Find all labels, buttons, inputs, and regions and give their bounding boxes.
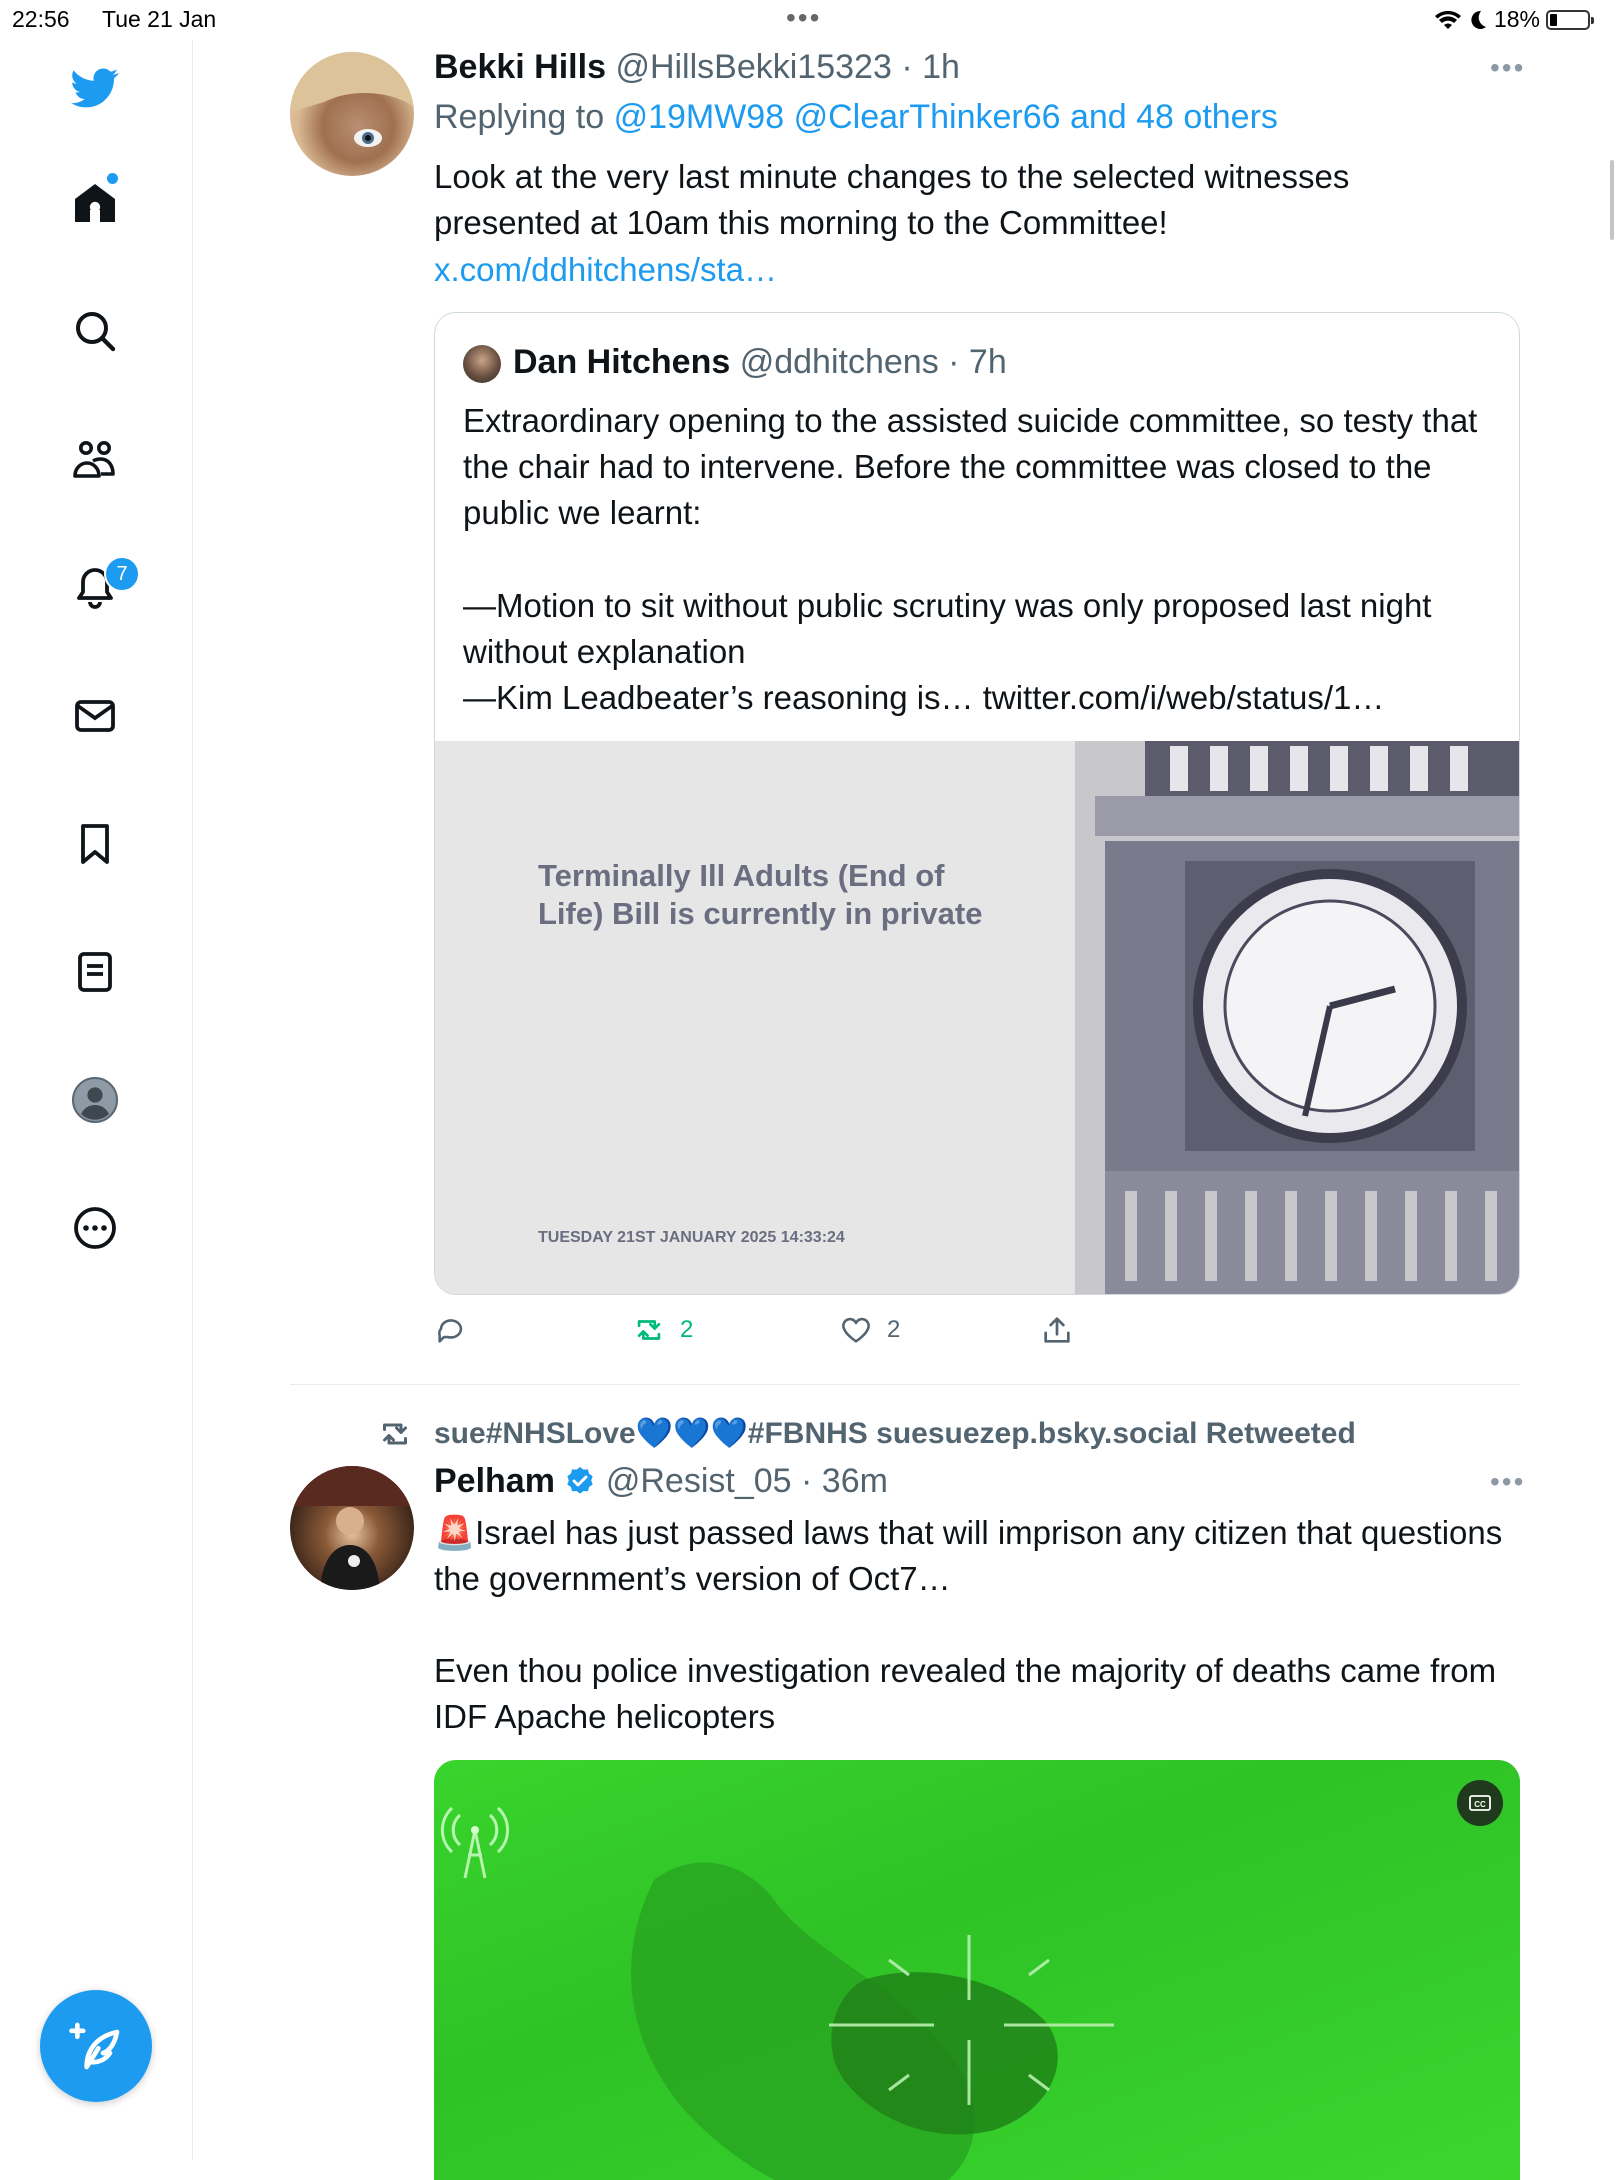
replying-to-users[interactable]: @19MW98 @ClearThinker66 and 48 others: [614, 98, 1278, 136]
tweet-time: · 1h: [901, 48, 960, 86]
tweet2-text1-body: Israel has just passed laws that will im…: [434, 1514, 1503, 1597]
status-time: 22:56: [12, 6, 70, 32]
quote-time: · 7h: [948, 343, 1007, 381]
broadcast-tower-icon: [440, 1806, 510, 1879]
share-icon: [1044, 1317, 1070, 1343]
replying-to: Replying to @19MW98 @ClearThinker66 and …: [434, 98, 1278, 137]
sidebar-item-messages[interactable]: [62, 683, 128, 749]
tweet-header: Bekki Hills @HillsBekki15323 · 1h: [434, 48, 960, 87]
tweet-actions: 2 2: [434, 1313, 1134, 1353]
feather-plus-icon: [69, 2022, 120, 2070]
search-icon: [76, 312, 116, 352]
tweet2-header: Pelham @Resist_05 · 36m: [434, 1462, 888, 1501]
tweet-divider: [290, 1384, 1520, 1385]
tweet2-text2: Even thou police investigation revealed …: [434, 1652, 1497, 1735]
quote-text-line3: —Kim Leadbeater’s reasoning is… twitter.…: [463, 679, 1385, 716]
author-name[interactable]: Bekki Hills: [434, 48, 606, 86]
lists-icon: [78, 952, 112, 992]
big-ben-clock-image: [1075, 741, 1519, 1294]
twitter-logo-icon[interactable]: [62, 55, 128, 121]
sidebar-item-profile[interactable]: [62, 1067, 128, 1133]
notification-badge: 7: [104, 556, 140, 592]
svg-text:CC: CC: [1474, 1800, 1486, 1809]
siren-emoji: 🚨: [434, 1514, 476, 1551]
image-caption: Terminally Ill Adults (End of Life) Bill…: [538, 858, 983, 931]
heart-icon: [842, 1317, 870, 1343]
captions-button[interactable]: CC: [1457, 1780, 1503, 1826]
sidebar-item-home[interactable]: [62, 170, 128, 236]
quote-author-name: Dan Hitchens: [513, 343, 731, 381]
profile-avatar-icon: [72, 1077, 118, 1123]
status-date: Tue 21 Jan: [102, 6, 217, 32]
quote-author-avatar: [463, 345, 501, 383]
tweet-text: Look at the very last minute changes to …: [434, 158, 1350, 241]
tweet2-more-icon[interactable]: •••: [1490, 1466, 1525, 1498]
battery-icon: [1546, 9, 1594, 30]
battery-percent: 18%: [1493, 6, 1540, 32]
tweet-more-icon[interactable]: •••: [1490, 52, 1525, 84]
tweet2-text1: 🚨Israel has just passed laws that will i…: [434, 1510, 1514, 1602]
quote-text-line1: Extraordinary opening to the assisted su…: [463, 402, 1478, 531]
tweet2-author-name[interactable]: Pelham: [434, 1462, 555, 1500]
tweet2-video[interactable]: CC: [434, 1760, 1520, 2180]
replying-prefix: Replying to: [434, 98, 605, 136]
quote-author-handle: @ddhitchens: [739, 343, 939, 381]
like-button[interactable]: 2: [839, 1313, 900, 1347]
verified-badge-icon: [567, 1467, 594, 1494]
status-bar: 22:56 Tue 21 Jan ••• 18%: [0, 0, 1620, 40]
home-icon: [75, 184, 115, 222]
author-handle[interactable]: @HillsBekki15323: [615, 48, 891, 86]
multitasking-dots-icon[interactable]: •••: [786, 2, 821, 34]
retweeted-by[interactable]: sue#NHSLove💙💙💙#FBNHS suesuezep.bsky.soci…: [434, 1416, 1356, 1451]
quoted-tweet[interactable]: Dan Hitchens @ddhitchens · 7h Extraordin…: [434, 312, 1520, 1295]
like-count: 2: [887, 1316, 901, 1343]
quote-image[interactable]: Terminally Ill Adults (End of Life) Bill…: [435, 741, 1519, 1294]
bookmark-icon: [81, 824, 109, 864]
wifi-icon: [1434, 10, 1461, 29]
reply-button[interactable]: [434, 1313, 468, 1347]
quote-header: Dan Hitchens @ddhitchens · 7h: [513, 343, 1007, 382]
moon-icon: [1471, 10, 1486, 29]
quote-text-line2: —Motion to sit without public scrutiny w…: [463, 587, 1432, 670]
closed-captions-icon: CC: [1469, 1795, 1491, 1811]
retweet-button[interactable]: 2: [632, 1313, 693, 1347]
home-unread-dot: [107, 173, 118, 184]
communities-icon: [73, 441, 115, 478]
reply-icon: [438, 1319, 463, 1343]
scrollbar[interactable]: [1610, 160, 1614, 240]
tweet2-author-avatar[interactable]: [290, 1466, 414, 1590]
retweet-icon: [637, 1320, 661, 1340]
sidebar-item-lists[interactable]: [62, 939, 128, 1005]
sidebar-item-explore[interactable]: [62, 298, 128, 364]
status-right: 18%: [1434, 6, 1594, 33]
video-frame: [631, 1862, 1114, 2180]
sidebar-item-bookmarks[interactable]: [62, 811, 128, 877]
image-timestamp: TUESDAY 21ST JANUARY 2025 14:33:24: [538, 1229, 845, 1246]
sidebar-item-communities[interactable]: [62, 427, 128, 493]
tweet2-author-handle[interactable]: @Resist_05: [606, 1462, 792, 1500]
tweet-link[interactable]: x.com/ddhitchens/sta…: [434, 247, 777, 293]
compose-tweet-button[interactable]: [40, 1990, 152, 2102]
tweet-author-avatar[interactable]: [290, 52, 414, 176]
retweet-count: 2: [680, 1316, 694, 1343]
more-circle-icon: [74, 1207, 116, 1249]
retweeted-icon: [375, 1416, 417, 1452]
share-button[interactable]: [1040, 1313, 1074, 1347]
sidebar-item-more[interactable]: [62, 1195, 128, 1261]
mail-icon: [75, 700, 115, 732]
tweet2-time: · 36m: [801, 1462, 888, 1500]
